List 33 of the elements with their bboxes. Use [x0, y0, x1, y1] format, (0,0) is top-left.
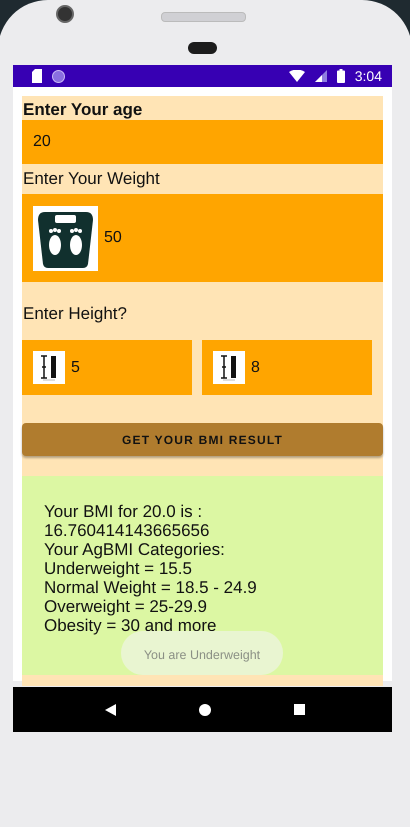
sd-card-icon — [32, 69, 42, 83]
age-label: Enter Your age — [22, 99, 144, 120]
toast-message: You are Underweight — [121, 631, 283, 675]
field-value: 8 — [251, 358, 260, 376]
result-text: Underweight = 15.5 — [44, 559, 193, 578]
age-field[interactable]: 20 — [22, 120, 383, 164]
battery-icon — [336, 69, 345, 83]
result-button[interactable]: GET YOUR BMI RESULT — [22, 423, 383, 456]
field-value: 20 — [33, 133, 51, 151]
result-text: Overweight = 25-29.9 — [44, 597, 208, 616]
circle-icon — [52, 70, 65, 82]
result-text: Normal Weight = 18.5 - 24.9 — [44, 578, 258, 597]
height-label: Enter Height? — [22, 303, 128, 325]
home-icon[interactable] — [198, 704, 211, 716]
wifi-icon — [288, 70, 305, 82]
ruler-icon — [213, 351, 245, 384]
height-field[interactable]: 8 — [202, 340, 372, 395]
result-text: Your BMI for 20.0 is : — [44, 502, 204, 521]
result-text: 16.760414143665656 — [44, 521, 210, 540]
scale-icon — [33, 206, 98, 270]
proximity-sensor — [188, 42, 217, 54]
weight-field[interactable]: 50 — [22, 194, 383, 282]
signal-icon — [314, 70, 327, 82]
result-text: Your AgBMI Categories: — [44, 540, 226, 559]
field-value: 5 — [71, 358, 80, 376]
back-icon[interactable] — [104, 704, 116, 716]
height-field[interactable]: 5 — [22, 340, 192, 395]
camera-lens — [56, 5, 74, 23]
field-value: 50 — [104, 229, 122, 247]
ruler-icon — [33, 351, 65, 384]
recents-icon[interactable] — [294, 704, 306, 715]
weight-label: Enter Your Weight — [22, 168, 161, 190]
clock-time: 3:04 — [354, 68, 382, 84]
